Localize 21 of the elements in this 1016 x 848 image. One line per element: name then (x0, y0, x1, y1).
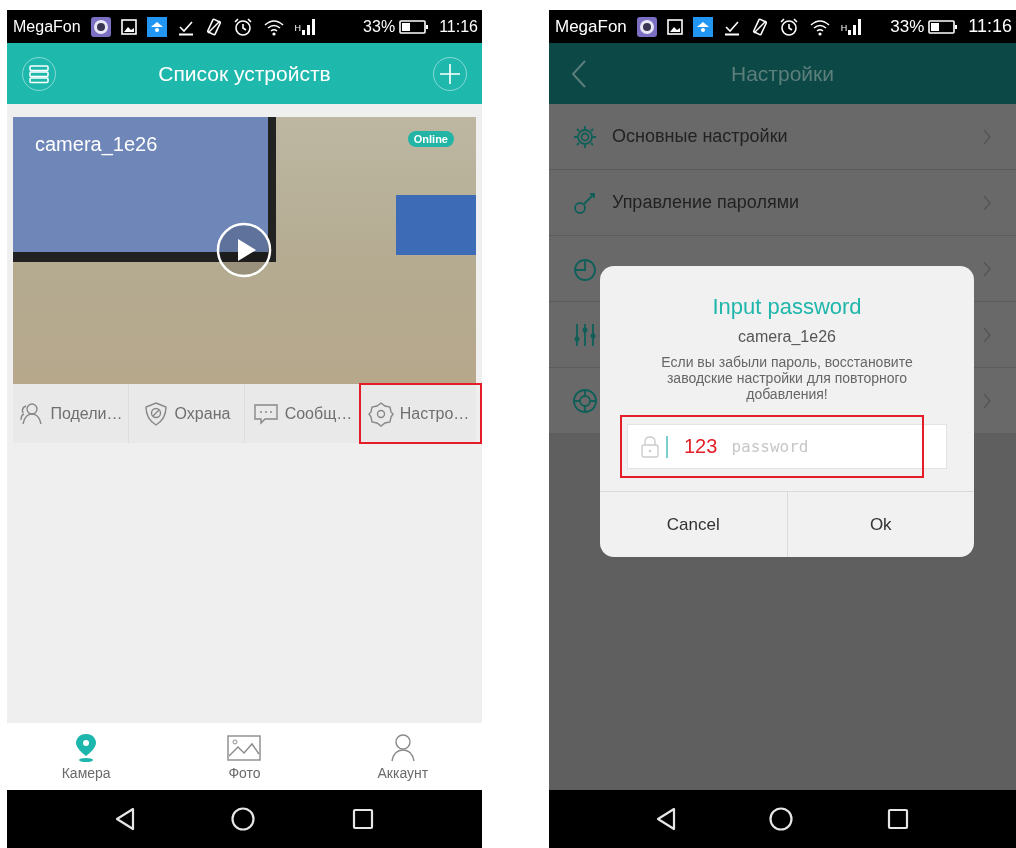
action-label: Подели… (50, 404, 123, 423)
dialog-title: Input password (712, 294, 862, 320)
clock-time: 11:16 (968, 16, 1012, 37)
network-type: H (294, 22, 302, 33)
screen-title: Список устройств (158, 61, 331, 86)
carrier-name: MegaFon (13, 17, 81, 36)
online-badge: Online (407, 131, 454, 147)
battery-percent: 33% (890, 16, 925, 37)
device-name: camera_1e26 (738, 328, 836, 346)
action-label: Сообщ… (284, 404, 353, 423)
network-type: H (840, 22, 848, 33)
action-label: Настро… (399, 404, 470, 423)
carrier-name: MegaFon (555, 16, 627, 37)
camera-name: camera_1e26 (35, 133, 158, 156)
battery-percent: 33% (363, 17, 396, 36)
annotation-text: 123 (684, 435, 718, 458)
screen-title: Настройки (731, 61, 834, 86)
dialog-message: Если вы забыли пароль, восстановите заводские настройки для повторного добавления! (660, 354, 914, 402)
action-label: Охрана (174, 404, 231, 423)
clock-time: 11:16 (439, 17, 478, 36)
placeholder-text: password (731, 437, 809, 456)
